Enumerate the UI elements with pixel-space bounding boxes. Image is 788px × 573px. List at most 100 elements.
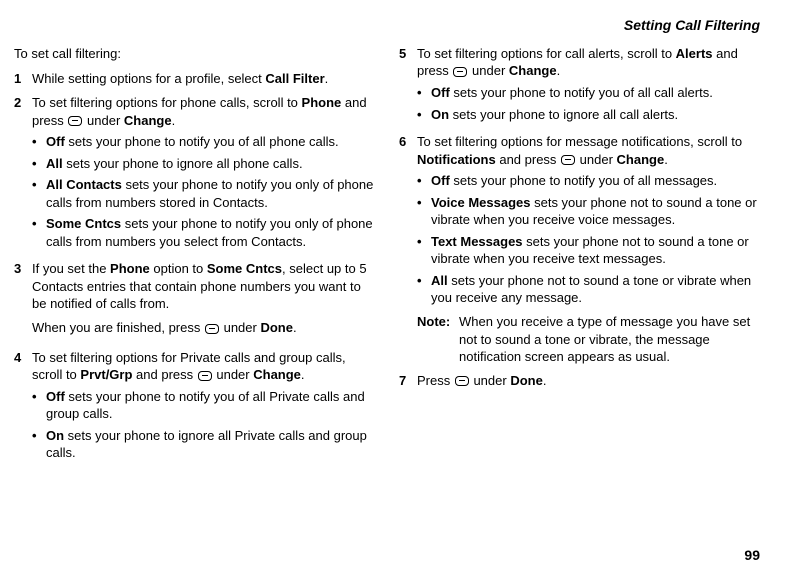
text: sets your phone to notify you of all pho…	[65, 134, 339, 149]
step-number: 5	[399, 45, 417, 127]
bold: Change	[509, 63, 557, 78]
sub-item: Some Cntcs sets your phone to notify you…	[32, 215, 375, 250]
step-number: 1	[14, 70, 32, 88]
step-number: 3	[14, 260, 32, 342]
step-body: To set filtering options for call alerts…	[417, 45, 760, 127]
steps-list-left: 1 While setting options for a profile, s…	[14, 70, 375, 465]
text: To set filtering options for message not…	[417, 134, 742, 149]
step-2: 2 To set filtering options for phone cal…	[14, 94, 375, 254]
text: under	[83, 113, 123, 128]
note: Note: When you receive a type of message…	[417, 313, 760, 366]
bold: Phone	[302, 95, 342, 110]
text: When you are finished, press	[32, 320, 204, 335]
text: .	[301, 367, 305, 382]
bold: Call Filter	[265, 71, 324, 86]
bold: Done	[510, 373, 543, 388]
step-body: While setting options for a profile, sel…	[32, 70, 375, 88]
text: under	[468, 63, 508, 78]
softkey-icon	[561, 155, 575, 165]
bold: Some Cntcs	[46, 216, 121, 231]
step-number: 7	[399, 372, 417, 390]
steps-list-right: 5 To set filtering options for call aler…	[399, 45, 760, 389]
page-header: Setting Call Filtering	[14, 16, 760, 35]
text: under	[213, 367, 253, 382]
text: sets your phone to ignore all phone call…	[63, 156, 303, 171]
text: sets your phone to ignore all call alert…	[449, 107, 678, 122]
text: .	[293, 320, 297, 335]
bold: Alerts	[676, 46, 713, 61]
text: under	[576, 152, 616, 167]
sub-item: On sets your phone to ignore all Private…	[32, 427, 375, 462]
left-column: To set call filtering: 1 While setting o…	[14, 45, 375, 472]
bold: Prvt/Grp	[80, 367, 132, 382]
text: and press	[132, 367, 196, 382]
text: and press	[496, 152, 560, 167]
bold: All	[431, 273, 448, 288]
sub-item: On sets your phone to ignore all call al…	[417, 106, 760, 124]
bold: On	[431, 107, 449, 122]
sub-list: Off sets your phone to notify you of all…	[417, 172, 760, 307]
step-7: 7 Press under Done.	[399, 372, 760, 390]
sub-item: Off sets your phone to notify you of all…	[32, 133, 375, 151]
text: .	[557, 63, 561, 78]
softkey-icon	[205, 324, 219, 334]
step-paragraph: When you are finished, press under Done.	[32, 319, 375, 337]
sub-list: Off sets your phone to notify you of all…	[32, 388, 375, 462]
page-number: 99	[744, 546, 760, 565]
sub-item: Voice Messages sets your phone not to so…	[417, 194, 760, 229]
bold: Off	[431, 85, 450, 100]
sub-item: Off sets your phone to notify you of all…	[417, 84, 760, 102]
step-3: 3 If you set the Phone option to Some Cn…	[14, 260, 375, 342]
step-body: To set filtering options for message not…	[417, 133, 760, 366]
sub-item: Off sets your phone to notify you of all…	[32, 388, 375, 423]
text: .	[664, 152, 668, 167]
text: sets your phone not to sound a tone or v…	[431, 273, 751, 306]
bold: Off	[431, 173, 450, 188]
softkey-icon	[455, 376, 469, 386]
step-4: 4 To set filtering options for Private c…	[14, 349, 375, 466]
sub-item: Off sets your phone to notify you of all…	[417, 172, 760, 190]
sub-list: Off sets your phone to notify you of all…	[32, 133, 375, 250]
step-body: To set filtering options for Private cal…	[32, 349, 375, 466]
bold: Phone	[110, 261, 150, 276]
text: sets your phone to notify you of all mes…	[450, 173, 717, 188]
sub-list: Off sets your phone to notify you of all…	[417, 84, 760, 123]
bold: On	[46, 428, 64, 443]
step-6: 6 To set filtering options for message n…	[399, 133, 760, 366]
bold: Change	[124, 113, 172, 128]
text: sets your phone to notify you of all Pri…	[46, 389, 365, 422]
step-5: 5 To set filtering options for call aler…	[399, 45, 760, 127]
text: While setting options for a profile, sel…	[32, 71, 265, 86]
text: under	[470, 373, 510, 388]
text: Press	[417, 373, 454, 388]
bold: Voice Messages	[431, 195, 530, 210]
text: .	[325, 71, 329, 86]
text: To set filtering options for phone calls…	[32, 95, 302, 110]
text: .	[172, 113, 176, 128]
text: sets your phone to notify you of all cal…	[450, 85, 713, 100]
text: sets your phone to ignore all Private ca…	[46, 428, 367, 461]
sub-item: All sets your phone to ignore all phone …	[32, 155, 375, 173]
text: To set filtering options for call alerts…	[417, 46, 676, 61]
step-number: 4	[14, 349, 32, 466]
bold: Some Cntcs	[207, 261, 282, 276]
sub-item: Text Messages sets your phone not to sou…	[417, 233, 760, 268]
right-column: 5 To set filtering options for call aler…	[399, 45, 760, 472]
sub-item: All Contacts sets your phone to notify y…	[32, 176, 375, 211]
step-number: 2	[14, 94, 32, 254]
sub-item: All sets your phone not to sound a tone …	[417, 272, 760, 307]
bold: Off	[46, 134, 65, 149]
step-1: 1 While setting options for a profile, s…	[14, 70, 375, 88]
bold: Off	[46, 389, 65, 404]
text: under	[220, 320, 260, 335]
step-body: To set filtering options for phone calls…	[32, 94, 375, 254]
step-body: If you set the Phone option to Some Cntc…	[32, 260, 375, 342]
bold: Notifications	[417, 152, 496, 167]
bold: All Contacts	[46, 177, 122, 192]
bold: All	[46, 156, 63, 171]
bold: Done	[260, 320, 293, 335]
step-number: 6	[399, 133, 417, 366]
intro-text: To set call filtering:	[14, 45, 375, 63]
softkey-icon	[198, 371, 212, 381]
note-label: Note:	[417, 313, 459, 366]
